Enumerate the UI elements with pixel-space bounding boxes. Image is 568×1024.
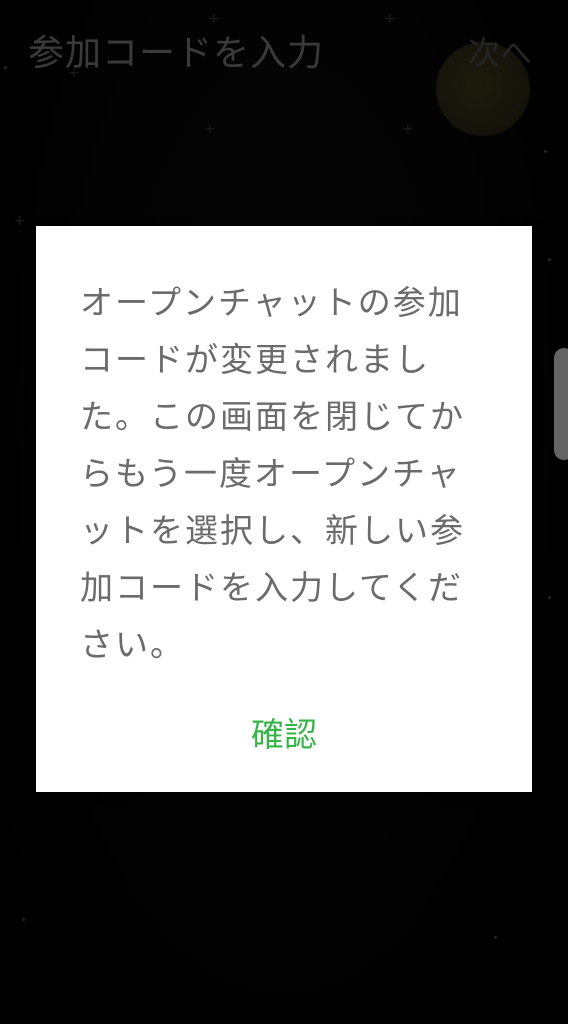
confirm-button[interactable]: 確認: [216, 704, 352, 760]
alert-dialog: オープンチャットの参加コードが変更されました。この画面を閉じてからもう一度オープ…: [36, 226, 532, 792]
dialog-message: オープンチャットの参加コードが変更されました。この画面を閉じてからもう一度オープ…: [80, 274, 490, 673]
